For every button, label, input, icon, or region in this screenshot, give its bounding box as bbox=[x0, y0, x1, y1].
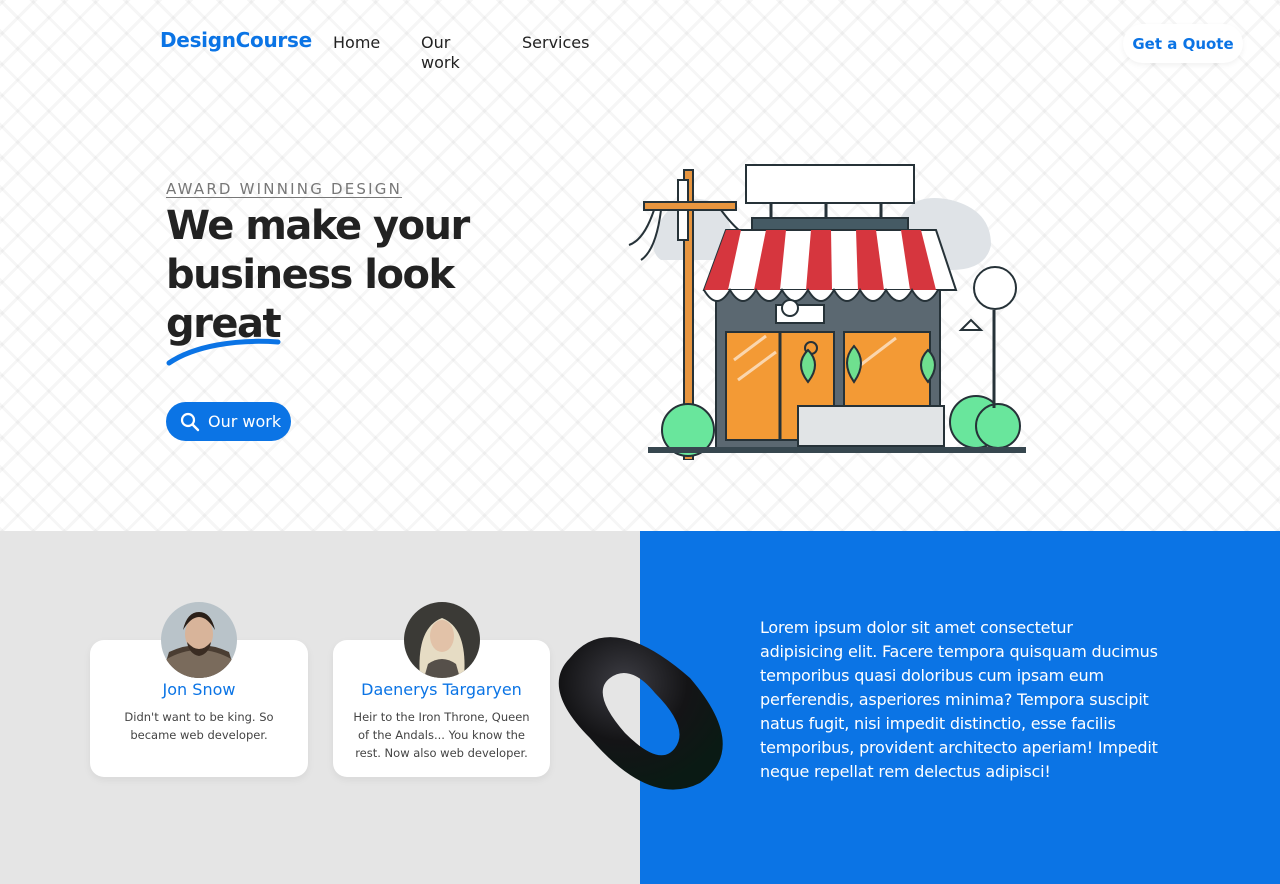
search-icon bbox=[180, 412, 200, 432]
logo[interactable]: DesignCourse bbox=[160, 28, 312, 52]
avatar bbox=[161, 602, 237, 678]
torus-decoration bbox=[558, 637, 723, 790]
our-work-button[interactable]: Our work bbox=[166, 402, 291, 441]
about-text: Lorem ipsum dolor sit amet consectetur a… bbox=[760, 618, 1158, 781]
avatar bbox=[403, 602, 480, 678]
testimonial-name: Jon Snow bbox=[162, 680, 236, 699]
testimonials-section: Jon Snow Didn't want to be king. So beca… bbox=[0, 531, 640, 884]
testimonial-name: Daenerys Targaryen bbox=[361, 680, 522, 699]
nav-item-our-work[interactable]: Our work bbox=[421, 33, 491, 73]
storefront-illustration bbox=[628, 164, 1026, 460]
headline-line-1: We make your bbox=[166, 203, 470, 249]
underline-squiggle bbox=[166, 338, 281, 366]
headline-line-2: business look bbox=[166, 252, 455, 298]
about-section: Lorem ipsum dolor sit amet consectetur a… bbox=[640, 531, 1280, 884]
testimonial-description: Heir to the Iron Throne, Queen of the An… bbox=[353, 710, 530, 760]
our-work-button-label: Our work bbox=[208, 412, 282, 431]
hero-headline: We make your business look great bbox=[166, 202, 526, 349]
hero-eyebrow: AWARD WINNING DESIGN bbox=[166, 180, 403, 198]
testimonial-card: Daenerys Targaryen Heir to the Iron Thro… bbox=[333, 602, 550, 777]
nav-item-services[interactable]: Services bbox=[522, 33, 589, 73]
testimonial-card: Jon Snow Didn't want to be king. So beca… bbox=[90, 602, 308, 777]
get-a-quote-button[interactable]: Get a Quote bbox=[1123, 24, 1243, 63]
hero-section: DesignCourse Home Our work Services Get … bbox=[0, 0, 1280, 531]
main-nav: Home Our work Services bbox=[333, 33, 619, 73]
nav-item-home[interactable]: Home bbox=[333, 33, 391, 73]
testimonial-description: Didn't want to be king. So became web de… bbox=[124, 710, 274, 742]
